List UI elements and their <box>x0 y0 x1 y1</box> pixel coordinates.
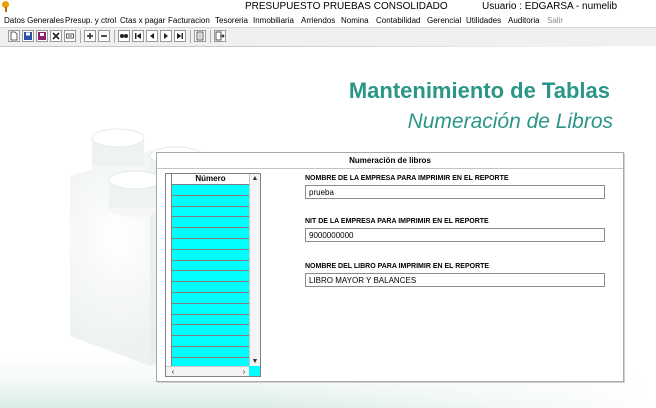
panel-title: Numeración de libros <box>349 156 431 165</box>
toolbar-separator <box>190 30 191 43</box>
grid-corner <box>249 366 260 376</box>
window-title: PRESUPUESTO PRUEBAS CONSOLIDADO <box>245 1 448 12</box>
table-row[interactable] <box>172 324 249 326</box>
table-row[interactable] <box>172 216 249 218</box>
menu-arriendos[interactable]: Arriendos <box>301 16 335 25</box>
toolbar-separator <box>80 30 81 43</box>
grid-vertical-scrollbar[interactable]: ▲ ▼ <box>249 174 260 367</box>
libro-label: NOMBRE DEL LIBRO PARA IMPRIMIR EN EL REP… <box>305 263 490 270</box>
menu-utilidades[interactable]: Utilidades <box>466 16 501 25</box>
table-row[interactable] <box>172 270 249 272</box>
table-row[interactable] <box>172 292 249 293</box>
menu-auditoria[interactable]: Auditoria <box>508 16 540 25</box>
menu-facturacion[interactable]: Facturacion <box>168 16 210 25</box>
table-row[interactable] <box>172 335 249 337</box>
table-row[interactable] <box>172 227 249 229</box>
table-row[interactable] <box>172 302 249 304</box>
report-icon[interactable] <box>194 30 206 42</box>
toolbar <box>0 27 656 47</box>
scroll-up-icon[interactable]: ▲ <box>250 174 260 184</box>
undo-icon[interactable] <box>64 30 76 42</box>
menu-gerencial[interactable]: Gerencial <box>427 16 461 25</box>
grid-column-header[interactable]: Número <box>172 174 249 185</box>
empresa-label: NOMBRE DE LA EMPRESA PARA IMPRIMIR EN EL… <box>305 175 509 182</box>
title-bar: PRESUPUESTO PRUEBAS CONSOLIDADO Usuario … <box>0 0 656 14</box>
libro-input[interactable] <box>305 273 605 287</box>
form-panel: Numeración de libros Número ▲ ▼ ‹ › NOMB… <box>156 152 624 382</box>
table-row[interactable] <box>172 313 249 315</box>
table-row[interactable] <box>172 281 249 283</box>
previous-record-icon[interactable] <box>146 30 158 42</box>
menu-contabilidad[interactable]: Contabilidad <box>376 16 420 25</box>
table-row[interactable] <box>172 238 249 239</box>
scroll-left-icon[interactable]: ‹ <box>168 367 178 376</box>
exit-icon[interactable] <box>214 30 226 42</box>
menu-ctas-pagar[interactable]: Ctas x pagar <box>120 16 165 25</box>
empresa-input[interactable] <box>305 185 605 199</box>
toolbar-separator <box>114 30 115 43</box>
grid-horizontal-scrollbar[interactable]: ‹ › <box>166 366 249 376</box>
numero-grid[interactable]: Número ▲ ▼ ‹ › <box>165 173 261 377</box>
page-subtitle: Numeración de Libros <box>407 110 613 133</box>
menu-presup-ctrol[interactable]: Presup. y ctrol <box>65 16 116 25</box>
table-row[interactable] <box>172 194 249 196</box>
table-row[interactable] <box>172 259 249 261</box>
menu-datos-generales[interactable]: Datos Generales <box>4 16 64 25</box>
menu-salir[interactable]: Salir <box>547 16 563 25</box>
remove-icon[interactable] <box>98 30 110 42</box>
table-row[interactable] <box>172 248 249 250</box>
save-icon[interactable] <box>22 30 34 42</box>
table-row[interactable] <box>172 205 249 207</box>
last-record-icon[interactable] <box>174 30 186 42</box>
new-icon[interactable] <box>8 30 20 42</box>
user-label: Usuario : EDGARSA - numelib <box>482 1 618 12</box>
page-title: Mantenimiento de Tablas <box>348 78 610 103</box>
print-icon[interactable] <box>36 30 48 42</box>
table-row[interactable] <box>172 346 249 347</box>
panel-divider <box>157 168 623 169</box>
scroll-right-icon[interactable]: › <box>239 367 249 376</box>
first-record-icon[interactable] <box>132 30 144 42</box>
nit-input[interactable] <box>305 228 605 242</box>
app-icon-stem <box>5 7 7 12</box>
delete-icon[interactable] <box>50 30 62 42</box>
menu-nomina[interactable]: Nomina <box>341 16 369 25</box>
menu-tesoreria[interactable]: Tesoreria <box>215 16 248 25</box>
menu-inmobiliaria[interactable]: Inmobiliaria <box>253 16 294 25</box>
add-icon[interactable] <box>84 30 96 42</box>
toolbar-separator <box>210 30 211 43</box>
search-icon[interactable] <box>118 30 130 42</box>
next-record-icon[interactable] <box>160 30 172 42</box>
nit-label: NIT DE LA EMPRESA PARA IMPRIMIR EN EL RE… <box>305 218 489 225</box>
table-row[interactable] <box>172 356 249 358</box>
menu-bar: Datos Generales Presup. y ctrol Ctas x p… <box>0 14 656 27</box>
